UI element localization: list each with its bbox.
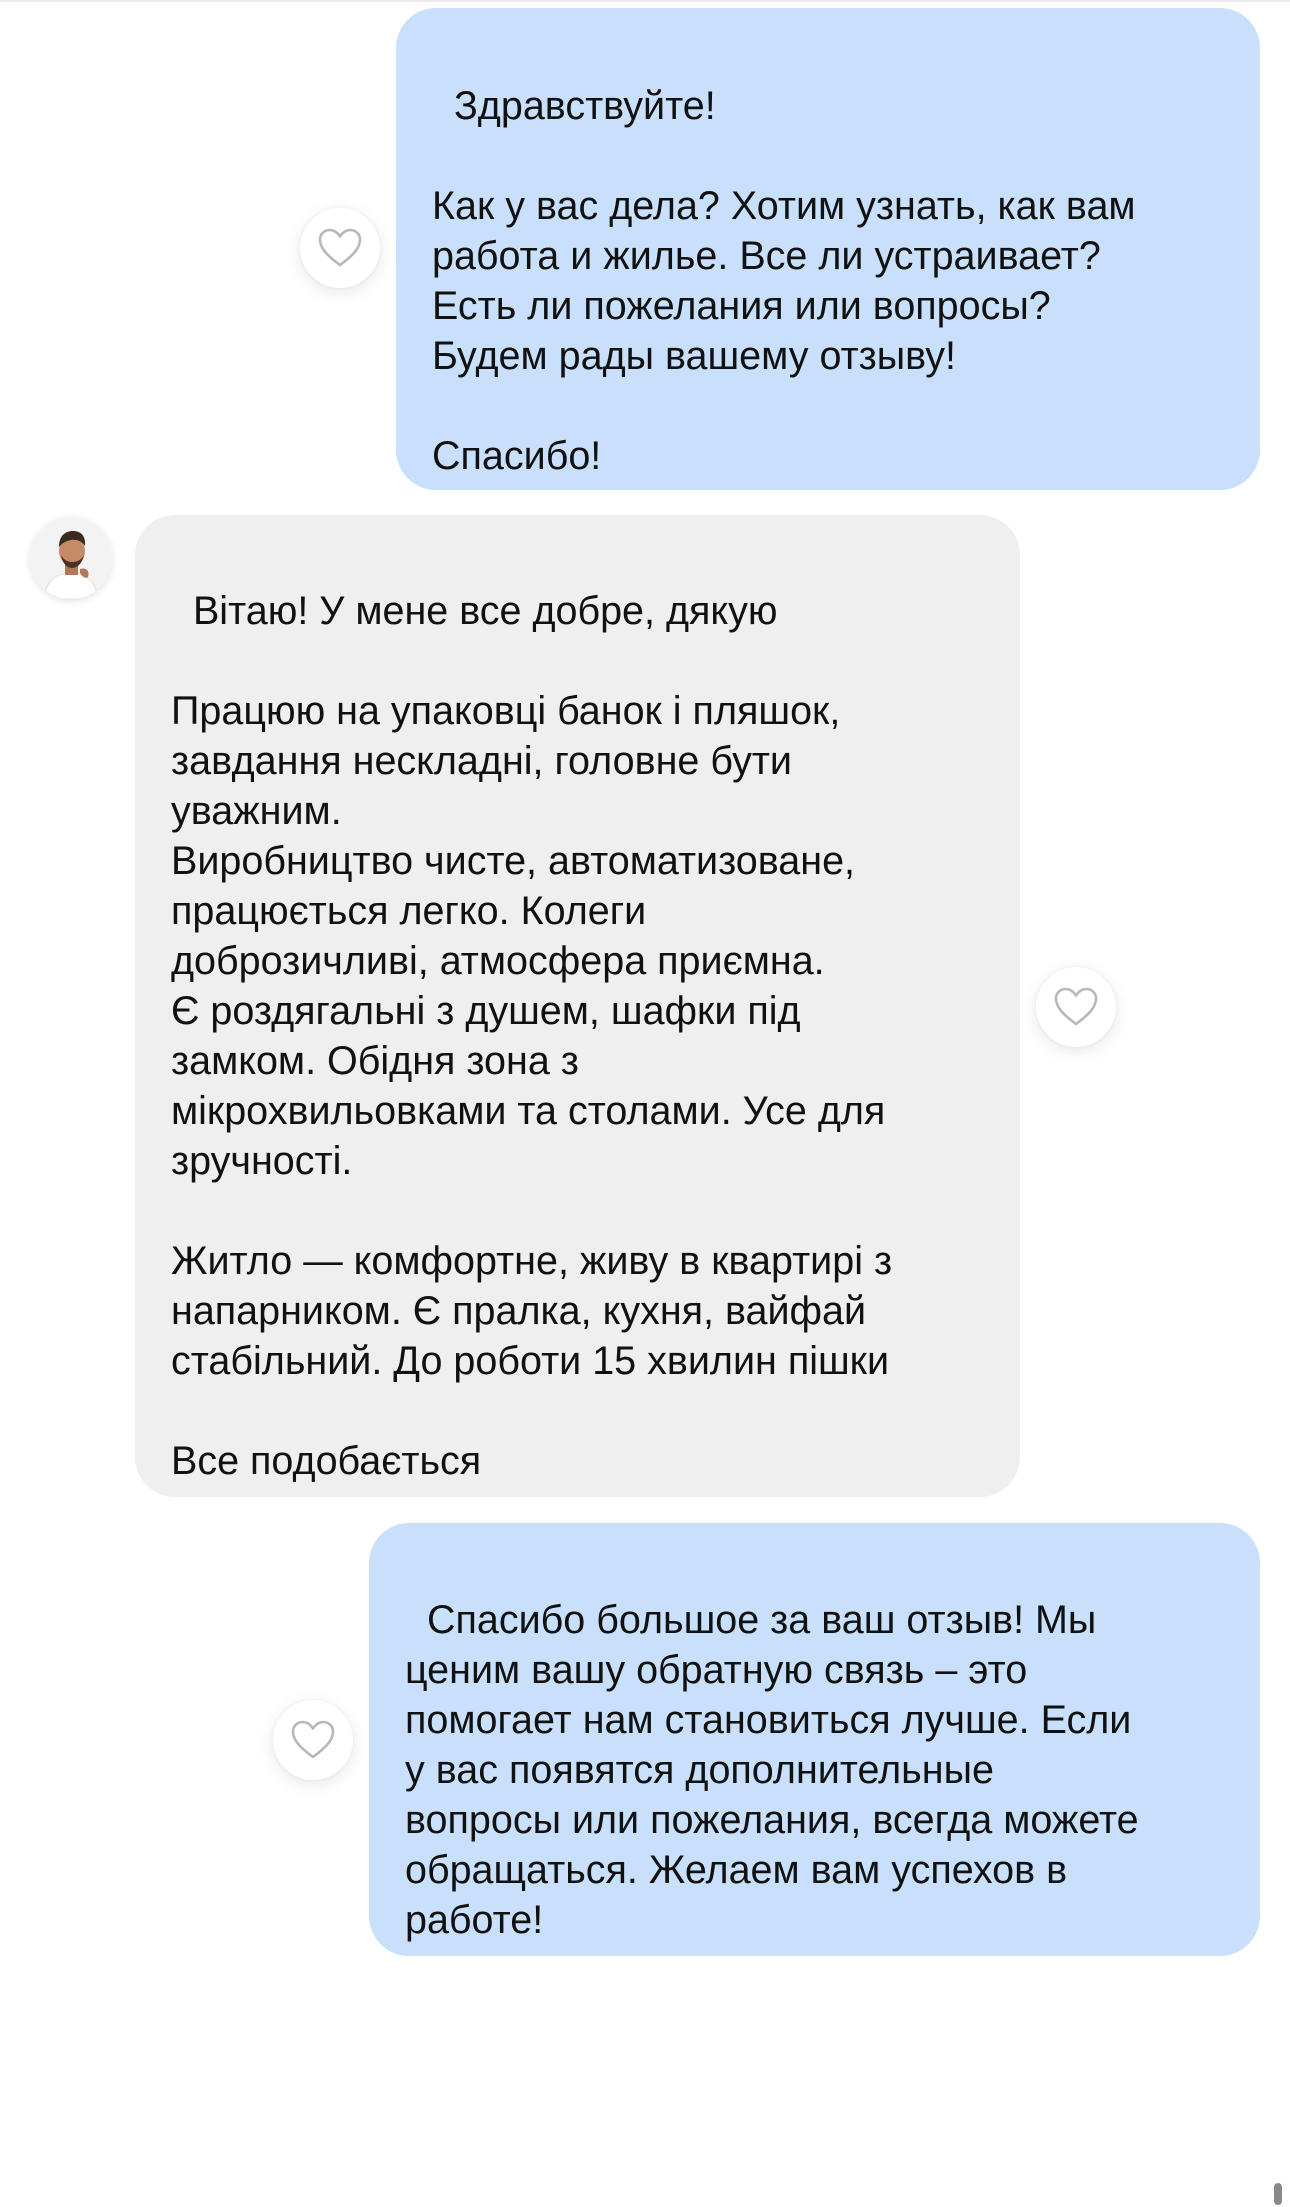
message-text: Здравствуйте! Как у вас дела? Хотим узна… [432,84,1136,478]
like-button[interactable] [1036,967,1116,1047]
top-divider [0,0,1290,2]
heart-icon [317,227,363,269]
incoming-message-bubble[interactable]: Вітаю! У мене все добре, дякую Працюю на… [135,515,1020,1497]
avatar[interactable] [30,517,112,599]
like-button[interactable] [273,1700,353,1780]
avatar-image [30,517,112,599]
message-text: Спасибо большое за ваш отзыв! Мы ценим в… [405,1598,1139,1942]
heart-icon [1053,986,1099,1028]
message-text: Вітаю! У мене все добре, дякую Працюю на… [171,589,893,1483]
like-button[interactable] [300,208,380,288]
heart-icon [290,1719,336,1761]
outgoing-message-bubble[interactable]: Здравствуйте! Как у вас дела? Хотим узна… [396,8,1260,490]
scrollbar[interactable] [1274,2183,1282,2205]
outgoing-message-bubble[interactable]: Спасибо большое за ваш отзыв! Мы ценим в… [369,1523,1260,1956]
